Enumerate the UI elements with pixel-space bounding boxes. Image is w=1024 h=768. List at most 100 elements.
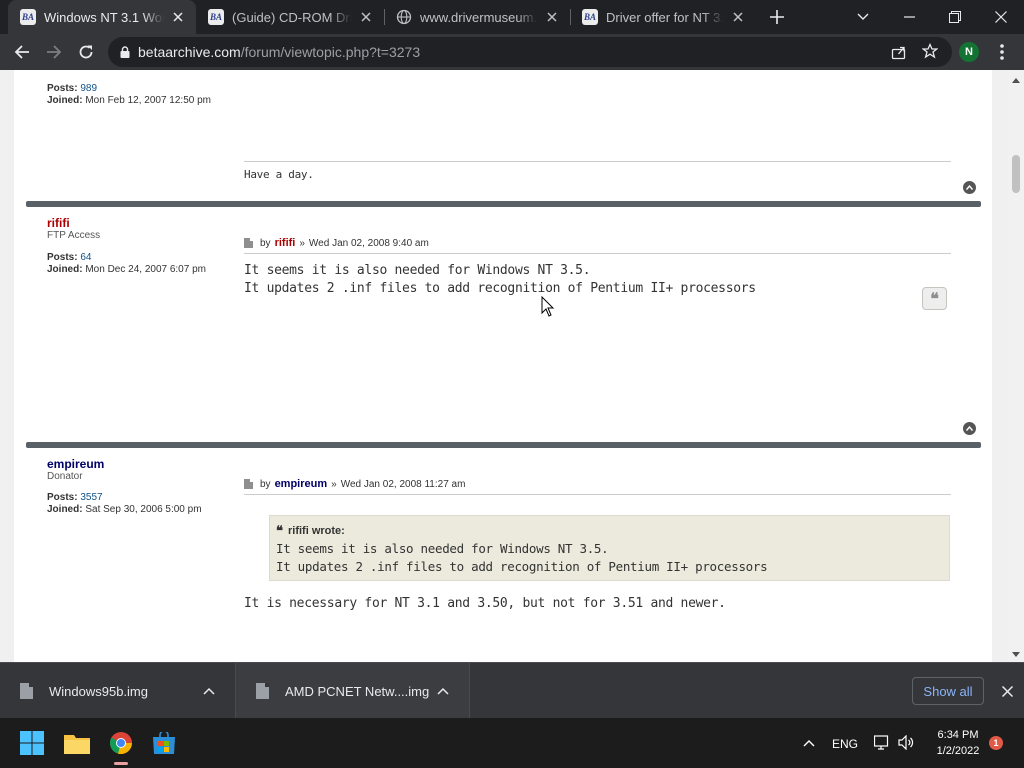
network-icon[interactable] [873,735,890,753]
user-joined: Joined: Mon Dec 24, 2007 6:07 pm [47,264,206,275]
tab-strip: BA Windows NT 3.1 Works BA (Guide) CD-RO… [0,0,1024,34]
web-page: Posts: 989 Joined: Mon Feb 12, 2007 12:5… [0,70,1024,662]
tab-search-chevron-icon[interactable] [840,0,886,34]
posts-count-link[interactable]: 989 [80,83,97,94]
scroll-down-arrow-icon[interactable] [1012,650,1020,658]
file-icon [20,683,33,699]
mouse-cursor-icon [541,296,555,317]
forum-post: Posts: 989 Joined: Mon Feb 12, 2007 12:5… [26,70,981,201]
joined-date: Mon Feb 12, 2007 12:50 pm [85,95,211,106]
chevron-up-icon[interactable] [433,681,453,701]
close-window-button[interactable] [978,0,1024,34]
restore-button[interactable] [932,0,978,34]
microsoft-store-icon[interactable] [148,727,180,759]
tab-title: (Guide) CD-ROM Drive [232,9,352,25]
posts-count-link[interactable]: 3557 [80,492,102,503]
input-language[interactable]: ENG [832,737,858,751]
file-icon [256,683,269,699]
user-joined: Joined: Mon Feb 12, 2007 12:50 pm [47,95,211,106]
tab-driver-offer[interactable]: BA Driver offer for NT 3.1 [570,0,756,34]
post-username[interactable]: empireum [47,457,104,471]
signature-divider [244,161,951,162]
quote-button[interactable]: ❝ [922,287,947,310]
post-meta: by rififi » Wed Jan 02, 2008 9:40 am [244,237,429,249]
address-bar[interactable]: betaarchive.com/forum/viewtopic.php?t=32… [108,37,952,67]
forum-post: empireum Donator Posts: 3557 Joined: Sat… [26,448,981,662]
user-posts-count: Posts: 64 [47,252,91,263]
post-file-icon[interactable] [244,238,253,248]
scrollbar-thumb[interactable] [1012,155,1020,193]
quote-line: It updates 2 .inf files to add recogniti… [276,559,768,574]
post-file-icon[interactable] [244,479,253,489]
posts-count-link[interactable]: 64 [80,252,91,263]
tab-title: Driver offer for NT 3.1 [606,9,724,25]
posts-label: Posts: [47,492,78,503]
post-date: Wed Jan 02, 2008 9:40 am [308,237,429,249]
close-tab-icon[interactable] [542,7,562,27]
post-header-divider [244,494,951,495]
globe-icon [396,9,412,25]
close-download-shelf-icon[interactable] [997,681,1017,701]
post-author-link[interactable]: empireum [275,478,328,490]
close-tab-icon[interactable] [168,7,188,27]
betaarchive-favicon-icon: BA [582,9,598,25]
betaarchive-favicon-icon: BA [208,9,224,25]
scroll-up-arrow-icon[interactable] [1012,76,1020,84]
download-filename: Windows95b.img [49,683,148,699]
page-margin-right [992,70,1008,662]
start-windows-icon[interactable] [16,727,48,759]
volume-icon[interactable] [898,734,914,753]
page-scrollbar[interactable] [1008,70,1024,662]
clock-time: 6:34 PM [937,729,979,741]
download-item[interactable]: Windows95b.img [0,663,236,719]
minimize-button[interactable] [886,0,932,34]
user-posts-count: Posts: 3557 [47,492,103,503]
joined-label: Joined: [47,95,83,106]
post-author-link[interactable]: rififi [275,237,296,249]
menu-kebab-icon[interactable] [988,38,1016,66]
lock-icon[interactable] [120,46,130,58]
close-tab-icon[interactable] [728,7,748,27]
file-explorer-icon[interactable] [61,727,93,759]
quote-author: rififi wrote: [288,525,345,537]
post-header-divider [244,253,951,254]
quote-header: ❝ rififi wrote: [276,523,345,539]
chevron-up-tray-icon[interactable] [803,736,815,750]
url-path: /forum/viewtopic.php?t=3273 [240,44,421,60]
chrome-icon[interactable] [105,727,137,759]
notification-badge[interactable]: 1 [989,736,1003,750]
profile-avatar[interactable]: N [959,42,979,62]
tab-drivermuseum[interactable]: www.drivermuseum.com [384,0,570,34]
post-username[interactable]: rififi [47,216,70,230]
joined-label: Joined: [47,264,83,275]
user-rank: FTP Access [47,230,101,241]
reload-button[interactable] [72,38,100,66]
tab-cdrom-guide[interactable]: BA (Guide) CD-ROM Drive [196,0,384,34]
tab-windows-nt[interactable]: BA Windows NT 3.1 Works [8,0,196,34]
back-button[interactable] [8,38,36,66]
show-all-downloads-button[interactable]: Show all [912,677,984,705]
quote-icon: ❝ [930,290,939,308]
chevron-up-icon[interactable] [199,681,219,701]
chrome-running-indicator [114,762,128,765]
user-joined: Joined: Sat Sep 30, 2006 5:00 pm [47,504,202,515]
download-item[interactable]: AMD PCNET Netw....img [236,663,470,719]
new-tab-button[interactable] [766,6,788,28]
back-to-top-icon[interactable] [963,422,976,435]
post-body-line: It seems it is also needed for Windows N… [244,263,591,278]
share-icon[interactable] [891,44,907,65]
clock-date: 1/2/2022 [936,745,980,757]
windows-taskbar: ENG 6:34 PM 1/2/2022 [0,718,1024,768]
close-tab-icon[interactable] [356,7,376,27]
system-clock[interactable]: 6:34 PM 1/2/2022 [926,727,990,759]
post-signature: Have a day. [244,168,314,181]
joined-date: Mon Dec 24, 2007 6:07 pm [85,264,206,275]
forward-button[interactable] [40,38,68,66]
post-meta-separator: » [331,478,337,490]
back-to-top-icon[interactable] [963,181,976,194]
quote-marks-icon: ❝ [276,523,283,538]
quote-line: It seems it is also needed for Windows N… [276,541,609,556]
bookmark-star-icon[interactable] [921,42,939,64]
post-body-line: It updates 2 .inf files to add recogniti… [244,281,756,296]
post-meta-separator: » [299,237,305,249]
